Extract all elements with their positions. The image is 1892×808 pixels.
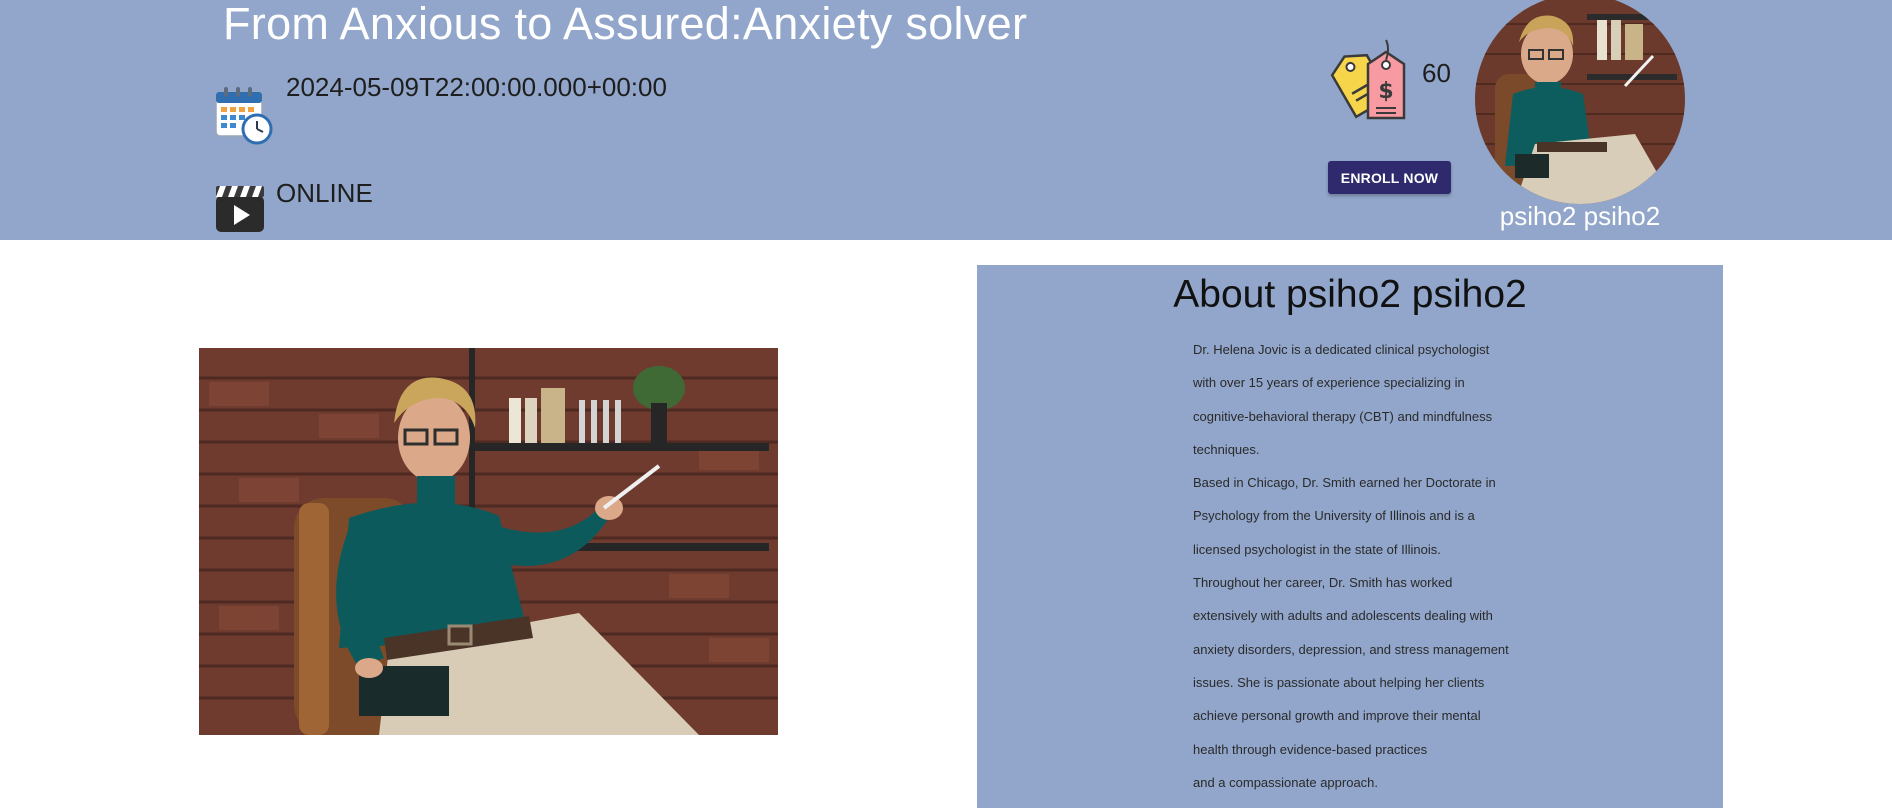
bio-line: Psychology from the University of Illino… <box>1193 508 1475 524</box>
price-tag-icon: $ <box>1328 38 1414 122</box>
instructor-avatar <box>1475 0 1685 204</box>
bio-line: health through evidence-based practices <box>1193 741 1428 757</box>
about-instructor-panel: About psiho2 psiho2 Dr. Helena Jovic is … <box>977 265 1723 808</box>
bio-line: Dr. Helena Jovic is a dedicated clinical… <box>1193 342 1490 357</box>
bio-line: and a compassionate approach. <box>1193 774 1379 790</box>
bio-line: techniques. <box>1193 441 1260 457</box>
bio-line: extensively with adults and adolescents … <box>1193 608 1493 624</box>
course-header: From Anxious to Assured:Anxiety solver 2… <box>0 0 1892 240</box>
bio-line: cognitive-behavioral therapy (CBT) and m… <box>1193 408 1493 424</box>
about-title: About psiho2 psiho2 <box>1173 273 1527 316</box>
svg-text:$: $ <box>1378 79 1393 104</box>
bio-line: anxiety disorders, depression, and stres… <box>1193 641 1509 657</box>
enroll-now-button[interactable]: ENROLL NOW <box>1328 161 1451 194</box>
bio-line: Throughout her career, Dr. Smith has wor… <box>1193 575 1453 591</box>
instructor-photo <box>199 348 778 735</box>
calendar-clock-icon <box>214 86 274 146</box>
bio-line: with over 15 years of experience special… <box>1193 375 1465 391</box>
bio-line: Based in Chicago, Dr. Smith earned her D… <box>1193 475 1496 491</box>
bio-text: Dr. Helena Jovic is a dedicated clinical… <box>1193 333 1509 799</box>
video-clapperboard-icon <box>214 182 266 234</box>
instructor-name: psiho2 psiho2 <box>1499 201 1661 231</box>
bio-line: issues. She is passionate about helping … <box>1193 674 1485 690</box>
bio-line: achieve personal growth and improve thei… <box>1193 708 1481 724</box>
bio-line: licensed psychologist in the state of Il… <box>1193 541 1441 557</box>
course-date: 2024-05-09T22:00:00.000+00:00 <box>286 72 667 102</box>
course-format: ONLINE <box>276 178 373 208</box>
course-price: 60 <box>1422 58 1451 88</box>
course-title: From Anxious to Assured:Anxiety solver <box>223 0 1028 49</box>
